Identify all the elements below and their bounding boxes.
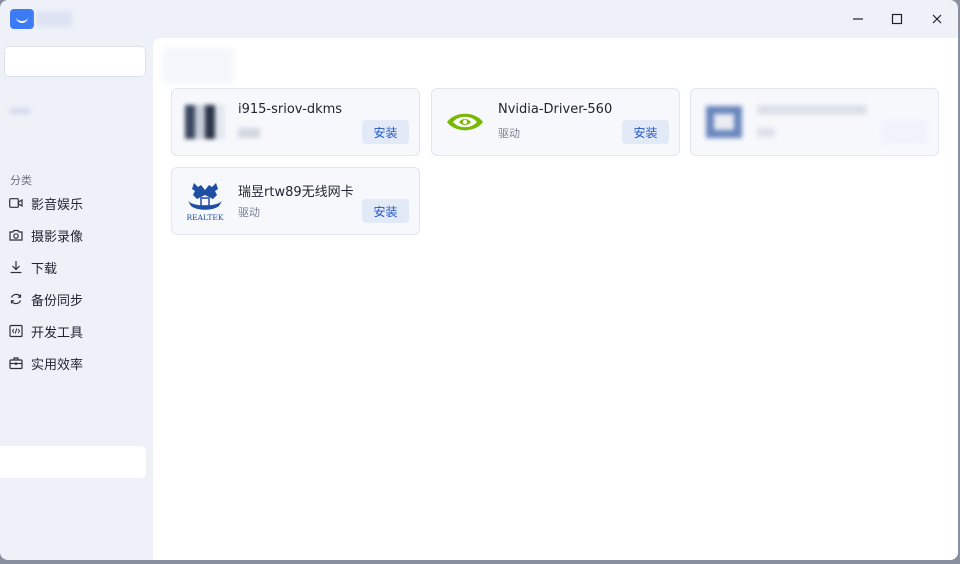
app-name	[757, 105, 867, 115]
install-button[interactable]: 安装	[362, 120, 409, 144]
app-window: 分类 影音娱乐 摄影录像 下载 备份同步 开发工具 实用效率 i915-srio…	[0, 0, 958, 560]
close-button[interactable]	[921, 4, 953, 34]
video-icon	[8, 195, 24, 211]
realtek-logo-text: REALTEK	[187, 213, 224, 222]
install-button[interactable]	[881, 120, 928, 144]
app-name: Nvidia-Driver-560	[498, 102, 613, 117]
minimize-icon	[853, 18, 863, 20]
page-title-blurred	[163, 48, 233, 84]
main-content: i915-sriov-dkms 安装 Nvidia-Driver-560 驱动 …	[153, 38, 958, 560]
category-title: 分类	[10, 174, 32, 187]
sidebar: 分类 影音娱乐 摄影录像 下载 备份同步 开发工具 实用效率	[0, 38, 153, 560]
realtek-logo-icon: REALTEK	[182, 179, 228, 223]
sidebar-item-dev-tools[interactable]: 开发工具	[8, 318, 146, 344]
blurred-text	[10, 108, 30, 114]
app-card-nvidia-driver[interactable]: Nvidia-Driver-560 驱动 安装	[431, 88, 680, 156]
app-card-blurred[interactable]	[690, 88, 939, 156]
title-bar	[0, 0, 958, 38]
search-input[interactable]	[4, 46, 146, 77]
sidebar-item-label: 影音娱乐	[31, 197, 84, 213]
sync-icon	[8, 291, 24, 307]
minimize-button[interactable]	[842, 4, 874, 34]
sidebar-item-download[interactable]: 下载	[8, 254, 146, 280]
install-button[interactable]: 安装	[362, 199, 409, 223]
sidebar-item-photography[interactable]: 摄影录像	[8, 222, 146, 248]
app-name-blurred	[36, 11, 72, 27]
app-type	[757, 128, 775, 137]
camera-icon	[8, 227, 24, 243]
sidebar-item-productivity[interactable]: 实用效率	[8, 350, 146, 376]
sidebar-item-label: 实用效率	[31, 357, 84, 373]
nvidia-logo-icon	[442, 100, 488, 144]
sidebar-item-backup-sync[interactable]: 备份同步	[8, 286, 146, 312]
sidebar-item-label: 开发工具	[31, 325, 84, 341]
code-icon	[8, 323, 24, 339]
maximize-button[interactable]	[881, 4, 913, 34]
app-card-i915-sriov-dkms[interactable]: i915-sriov-dkms 安装	[171, 88, 420, 156]
close-icon	[932, 14, 942, 24]
download-icon	[8, 259, 24, 275]
app-type: 驱动	[238, 206, 260, 219]
maximize-icon	[891, 13, 903, 25]
install-button[interactable]: 安装	[622, 120, 669, 144]
app-name: 瑞昱rtw89无线网卡	[238, 185, 354, 200]
sidebar-bottom-panel[interactable]	[0, 446, 146, 478]
sidebar-item-label: 备份同步	[31, 293, 84, 309]
sidebar-item-label: 摄影录像	[31, 229, 84, 245]
app-type	[238, 128, 260, 138]
app-logo	[10, 9, 34, 29]
app-card-realtek-rtw89[interactable]: REALTEK 瑞昱rtw89无线网卡 驱动 安装	[171, 167, 420, 235]
app-type: 驱动	[498, 127, 520, 140]
toolbox-icon	[8, 355, 24, 371]
sidebar-item-label: 下载	[31, 261, 58, 277]
sidebar-item-media[interactable]: 影音娱乐	[8, 190, 146, 216]
app-logo-icon	[701, 100, 747, 144]
app-logo-icon	[182, 100, 228, 144]
app-name: i915-sriov-dkms	[238, 102, 343, 117]
